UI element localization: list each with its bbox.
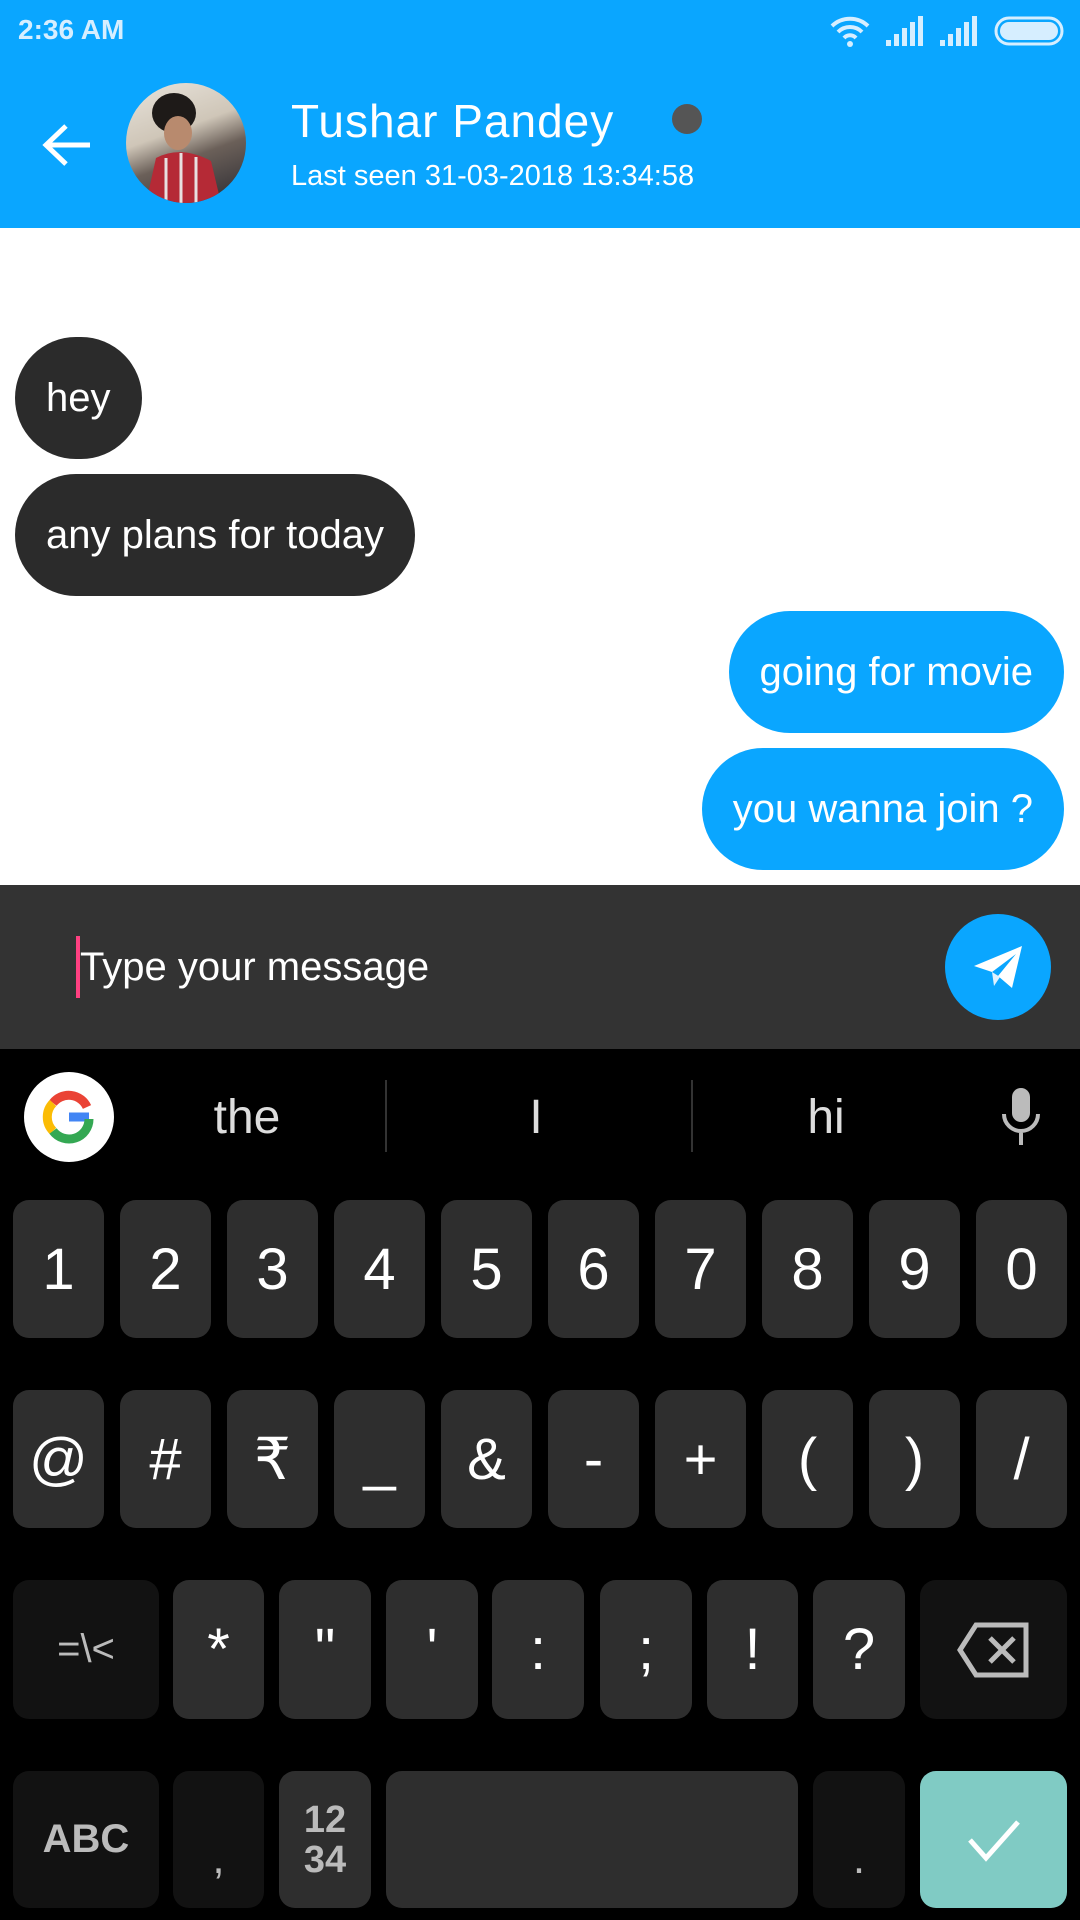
status-time: 2:36 AM (18, 14, 125, 45)
space-key[interactable] (386, 1771, 798, 1908)
key[interactable]: + (655, 1390, 746, 1528)
message-bubble-outgoing[interactable]: you wanna join ? (701, 748, 1064, 870)
key[interactable]: _ (334, 1390, 425, 1528)
message-bubble-outgoing[interactable]: going for movie (728, 611, 1064, 733)
key[interactable]: / (976, 1390, 1067, 1528)
status-icons (830, 14, 1064, 48)
suggestion[interactable]: I (529, 1090, 542, 1145)
key[interactable]: , (173, 1771, 264, 1908)
message-bubble-incoming[interactable]: any plans for today (15, 474, 415, 596)
key[interactable]: 4 (334, 1200, 425, 1338)
key[interactable]: 7 (655, 1200, 746, 1338)
key[interactable]: 0 (976, 1200, 1067, 1338)
signal-icon (886, 16, 923, 46)
key[interactable]: 1 (13, 1200, 104, 1338)
key[interactable]: ₹ (227, 1390, 318, 1528)
message-bubble-incoming[interactable]: hey (15, 337, 142, 459)
key[interactable]: ) (869, 1390, 960, 1528)
enter-key[interactable] (920, 1771, 1067, 1908)
key[interactable]: 9 (869, 1200, 960, 1338)
signal-icon (940, 16, 977, 46)
contact-name: Tushar Pandey (291, 95, 615, 147)
key[interactable]: ! (707, 1580, 798, 1719)
key[interactable]: ; (600, 1580, 692, 1719)
presence-dot (672, 104, 702, 134)
key[interactable]: * (173, 1580, 264, 1719)
message-input[interactable] (80, 936, 900, 998)
abc-key[interactable]: ABC (13, 1771, 159, 1908)
more-symbols-key[interactable]: =\< (13, 1580, 159, 1719)
numpad-key[interactable]: 12 34 (279, 1771, 371, 1908)
battery-icon (994, 16, 1064, 46)
key[interactable]: - (548, 1390, 639, 1528)
key[interactable]: 5 (441, 1200, 532, 1338)
key[interactable]: # (120, 1390, 211, 1528)
backspace-icon (956, 1622, 1028, 1677)
last-seen: Last seen 31-03-2018 13:34:58 (291, 160, 695, 192)
key[interactable]: 8 (762, 1200, 853, 1338)
send-button[interactable] (945, 914, 1051, 1020)
suggestion[interactable]: hi (807, 1090, 844, 1145)
key[interactable]: ' (386, 1580, 478, 1719)
key[interactable]: 3 (227, 1200, 318, 1338)
key[interactable]: & (441, 1390, 532, 1528)
microphone-icon[interactable] (1000, 1088, 1042, 1151)
back-arrow-icon[interactable] (40, 120, 96, 170)
google-logo-icon[interactable] (24, 1072, 114, 1162)
avatar[interactable] (126, 83, 246, 203)
key[interactable]: ? (813, 1580, 905, 1719)
key[interactable]: @ (13, 1390, 104, 1528)
key[interactable]: 6 (548, 1200, 639, 1338)
key[interactable]: ( (762, 1390, 853, 1528)
divider (691, 1080, 693, 1152)
key[interactable]: " (279, 1580, 371, 1719)
backspace-key[interactable] (920, 1580, 1067, 1719)
wifi-icon (830, 16, 870, 47)
key[interactable]: . (813, 1771, 905, 1908)
suggestion[interactable]: the (214, 1090, 281, 1145)
key[interactable]: 2 (120, 1200, 211, 1338)
send-icon (974, 946, 1022, 988)
key[interactable]: : (492, 1580, 584, 1719)
check-icon (967, 1819, 1020, 1862)
divider (385, 1080, 387, 1152)
text-cursor (76, 936, 80, 998)
